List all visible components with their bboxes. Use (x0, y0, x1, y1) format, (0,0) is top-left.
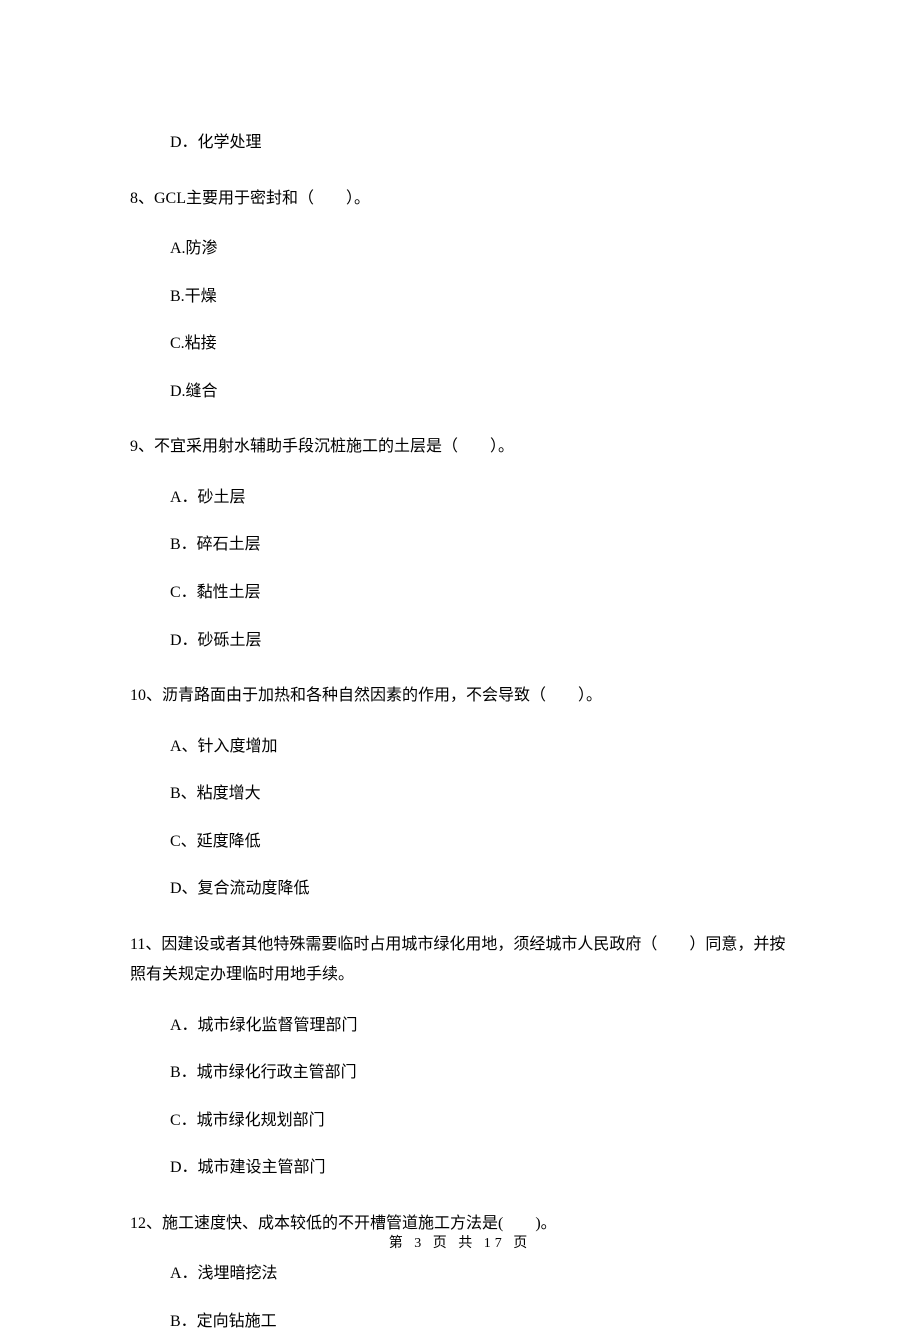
question-text: 10、沥青路面由于加热和各种自然因素的作用，不会导致（ ）。 (130, 681, 790, 711)
option-text: B、粘度增大 (170, 781, 790, 807)
option-text: D．化学处理 (170, 130, 790, 156)
option-text: C、延度降低 (170, 829, 790, 855)
page-footer: 第 3 页 共 17 页 (0, 1232, 920, 1252)
option-text: A、针入度增加 (170, 734, 790, 760)
option-text: C．城市绿化规划部门 (170, 1108, 790, 1134)
question-text: 9、不宜采用射水辅助手段沉桩施工的土层是（ ）。 (130, 432, 790, 462)
option-text: B．定向钻施工 (170, 1309, 790, 1335)
option-text: C．黏性土层 (170, 580, 790, 606)
option-text: D．砂砾土层 (170, 628, 790, 654)
question-text: 8、GCL主要用于密封和（ ）。 (130, 184, 790, 214)
question-text: 11、因建设或者其他特殊需要临时占用城市绿化用地，须经城市人民政府（ ）同意，并… (130, 930, 790, 991)
option-text: D.缝合 (170, 379, 790, 405)
option-text: A．砂土层 (170, 485, 790, 511)
option-text: D．城市建设主管部门 (170, 1155, 790, 1181)
option-text: A.防渗 (170, 236, 790, 262)
option-text: A．城市绿化监督管理部门 (170, 1013, 790, 1039)
option-text: B.干燥 (170, 284, 790, 310)
option-text: B．城市绿化行政主管部门 (170, 1060, 790, 1086)
page-content: D．化学处理 8、GCL主要用于密封和（ ）。 A.防渗 B.干燥 C.粘接 D.缝合 9、… (0, 0, 920, 1335)
option-text: B．碎石土层 (170, 532, 790, 558)
option-text: C.粘接 (170, 331, 790, 357)
option-text: A．浅埋暗挖法 (170, 1261, 790, 1287)
option-text: D、复合流动度降低 (170, 876, 790, 902)
